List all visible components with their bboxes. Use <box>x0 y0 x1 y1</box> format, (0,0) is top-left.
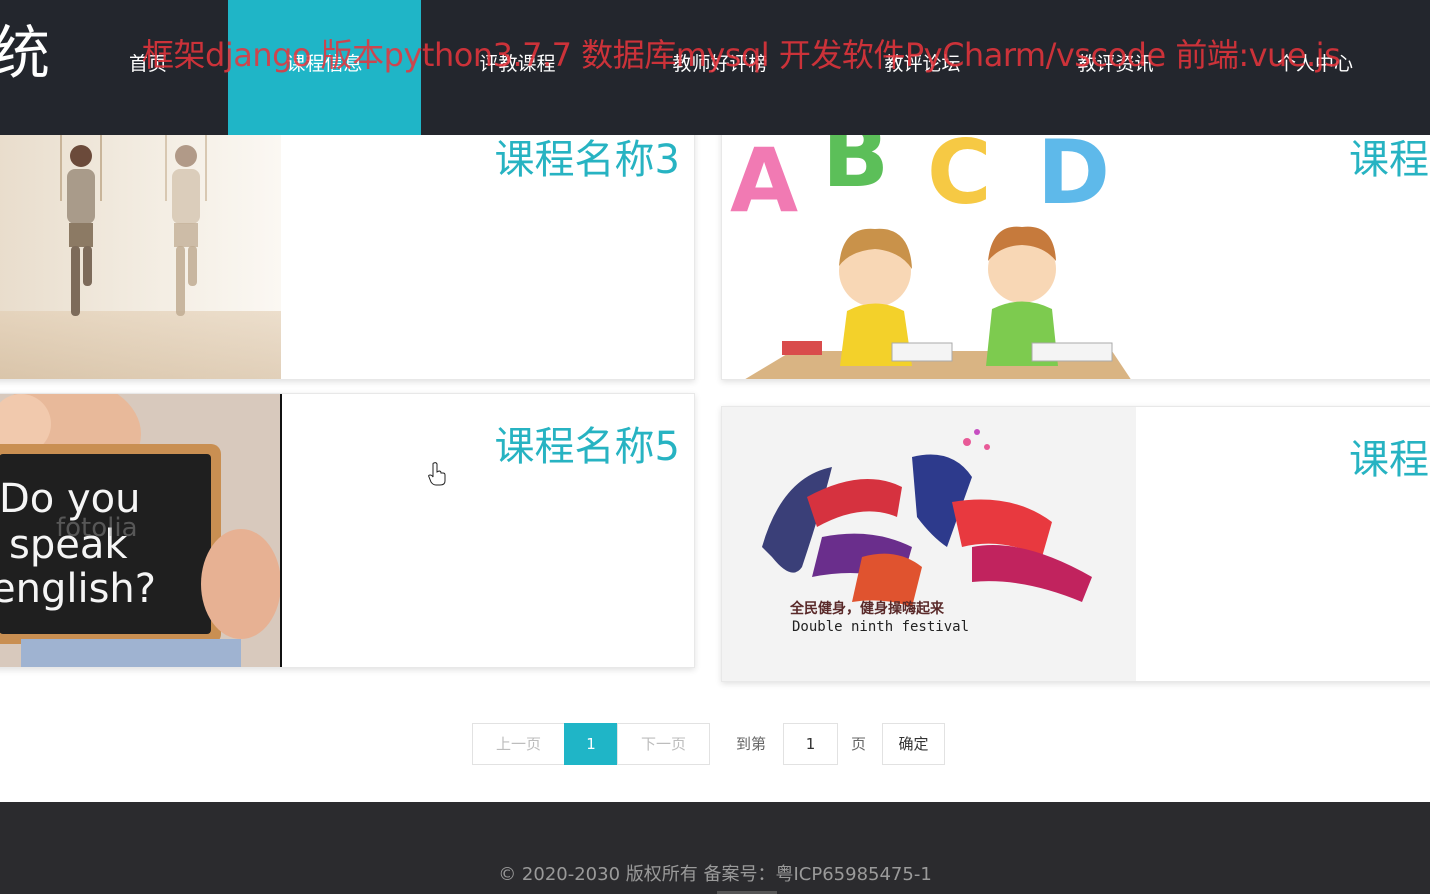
nav-item-course-info[interactable]: 课程信息 <box>228 0 421 135</box>
course-title: 课程名称5 <box>494 424 680 470</box>
course-card[interactable]: A B C D 课程 <box>721 110 1430 380</box>
nav-item-news[interactable]: 教评资讯 <box>1053 0 1178 135</box>
nav-item-evaluate-courses[interactable]: 评教课程 <box>455 0 580 135</box>
course-image: 全民健身，健身操嗨起来 Double ninth festival <box>722 407 1136 681</box>
poster-caption: 全民健身，健身操嗨起来 <box>789 600 945 617</box>
svg-text:C: C <box>927 121 992 224</box>
confirm-goto-button[interactable]: 确定 <box>882 723 945 765</box>
sign-text-line-3: english? <box>0 566 156 612</box>
next-page-button[interactable]: 下一页 <box>617 723 710 765</box>
course-image: A B C D <box>722 111 1142 379</box>
sign-watermark: fotolia <box>56 513 138 543</box>
svg-text:A: A <box>730 129 798 232</box>
course-title: 课程名称3 <box>494 137 680 183</box>
course-image: Do you speak english? fotolia <box>0 394 282 667</box>
svg-text:D: D <box>1037 121 1110 224</box>
site-logo-text: 统 <box>0 19 51 87</box>
footer: © 2020-2030 版权所有 备案号：粤ICP65985475-1 <box>0 802 1430 894</box>
hand-pointer-icon <box>428 462 446 486</box>
page-unit-label: 页 <box>851 735 867 753</box>
page-number-button[interactable]: 1 <box>564 723 618 765</box>
poster-subcaption: Double ninth festival <box>792 619 969 635</box>
course-card[interactable]: Do you speak english? fotolia 课程名称5 <box>0 393 695 668</box>
nav-item-forum[interactable]: 教评论坛 <box>860 0 985 135</box>
goto-page-input[interactable] <box>783 723 838 765</box>
course-card[interactable]: 全民健身，健身操嗨起来 Double ninth festival 课程 <box>721 406 1430 682</box>
top-nav-bar: 统 首页 课程信息 评教课程 教师好评榜 教评论坛 教评资讯 个人中心 <box>0 0 1430 135</box>
nav-item-user-center[interactable]: 个人中心 <box>1245 0 1385 135</box>
course-image <box>0 111 281 379</box>
nav-item-teacher-ranking[interactable]: 教师好评榜 <box>650 0 790 135</box>
prev-page-button[interactable]: 上一页 <box>472 723 565 765</box>
course-card[interactable]: 课程名称3 <box>0 110 695 380</box>
course-title: 课程 <box>1349 137 1429 183</box>
goto-label: 到第 <box>736 735 767 753</box>
footer-copyright: © 2020-2030 版权所有 备案号：粤ICP65985475-1 <box>498 864 932 885</box>
course-title: 课程 <box>1349 437 1429 483</box>
nav-item-home[interactable]: 首页 <box>100 0 196 135</box>
